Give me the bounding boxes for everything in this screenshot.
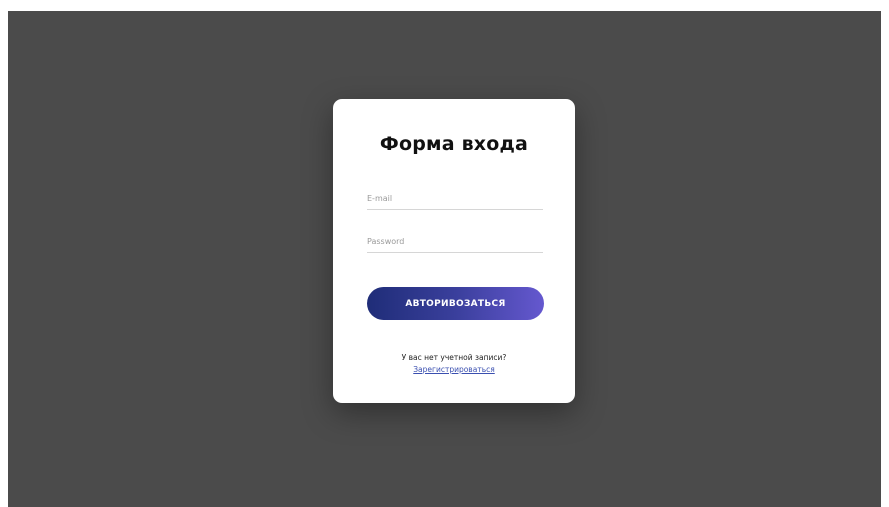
email-input[interactable] xyxy=(367,187,543,210)
page-background: Форма входа АВТОРИВОЗАТЬСЯ У вас нет уче… xyxy=(8,11,881,507)
password-input[interactable] xyxy=(367,230,543,253)
register-link[interactable]: Зарегистрироваться xyxy=(333,365,575,374)
form-title: Форма входа xyxy=(379,133,529,155)
login-card: Форма входа АВТОРИВОЗАТЬСЯ У вас нет уче… xyxy=(333,99,575,403)
no-account-text: У вас нет учетной записи? xyxy=(401,353,507,362)
login-button[interactable]: АВТОРИВОЗАТЬСЯ xyxy=(367,287,544,320)
